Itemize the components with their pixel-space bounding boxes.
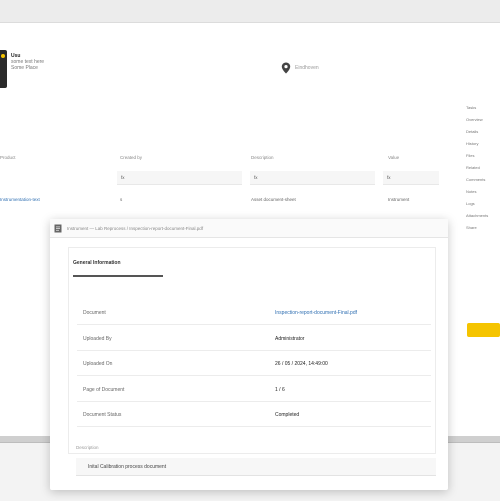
general-info-card: General Information Document Inspection-… [68, 247, 436, 454]
description-field[interactable]: Inital Calibration process document [76, 458, 436, 476]
modal-header: Instrument — Lab Reprocess / Inspection-… [50, 219, 448, 238]
primary-action-button[interactable] [467, 323, 500, 337]
tab-underline [73, 275, 163, 277]
right-panel: Tasks Overview Details History Files Rel… [466, 105, 500, 237]
right-panel-item[interactable]: Attachments [466, 213, 500, 218]
field-label-page-of-document: Page of Document [83, 387, 125, 393]
filter-input-value[interactable]: fx [383, 171, 439, 185]
right-panel-item[interactable]: Share [466, 225, 500, 230]
document-icon [54, 224, 62, 232]
grid-header-product: Product [0, 155, 16, 160]
filter-input-created-by[interactable]: fx [117, 171, 242, 185]
company-line-2: Some Place [11, 65, 38, 71]
right-panel-item[interactable]: Details [466, 129, 500, 134]
field-separator [77, 401, 431, 402]
map-pin-icon [281, 62, 291, 74]
grid-header-description: Description [251, 155, 274, 160]
field-label-uploaded-by: Uploaded By [83, 336, 112, 342]
modal-header-title: Instrument — Lab Reprocess / Inspection-… [67, 225, 204, 231]
right-panel-item[interactable]: Comments [466, 177, 500, 182]
field-label-document-status: Document Status [83, 412, 122, 418]
right-panel-item[interactable]: History [466, 141, 500, 146]
field-label-document: Document [83, 310, 106, 316]
logo-dot [1, 54, 5, 58]
field-value-uploaded-on: 26 / 05 / 2024, 14:49:00 [275, 361, 328, 367]
field-separator [77, 350, 431, 351]
row-value: Instrument [388, 197, 410, 202]
grid-header-value: Value [388, 155, 400, 160]
right-panel-item[interactable]: Files [466, 153, 500, 158]
field-separator [77, 375, 431, 376]
company-logo [0, 50, 7, 88]
document-modal: Instrument — Lab Reprocess / Inspection-… [50, 219, 448, 490]
right-panel-item[interactable]: Overview [466, 117, 500, 122]
location-text: Eindhoven [295, 65, 319, 71]
location[interactable]: Eindhoven [281, 62, 319, 74]
row-product-link[interactable]: Instrumentation-text [0, 197, 40, 202]
grid-header-created-by: Created by [120, 155, 143, 160]
description-label: Description [76, 445, 99, 450]
row-description: Asset document-sheet [251, 197, 296, 202]
field-label-uploaded-on: Uploaded On [83, 361, 113, 367]
right-panel-item[interactable]: Notes [466, 189, 500, 194]
field-separator [77, 426, 431, 427]
filter-input-description[interactable]: fx [250, 171, 375, 185]
field-separator [77, 324, 431, 325]
field-value-document[interactable]: Inspection-report-document-Final.pdf [275, 310, 357, 316]
top-bar [0, 0, 500, 23]
row-created-by: s [120, 197, 123, 202]
field-value-uploaded-by: Administrator [275, 336, 305, 342]
right-panel-item[interactable]: Related [466, 165, 500, 170]
field-value-page-of-document: 1 / 6 [275, 387, 285, 393]
field-value-document-status: Completed [275, 412, 300, 418]
tab-general-information[interactable]: General Information [73, 260, 121, 266]
right-panel-item[interactable]: Tasks [466, 105, 500, 110]
right-panel-item[interactable]: Logs [466, 201, 500, 206]
company-info: Usu some text here Some Place [11, 53, 44, 71]
